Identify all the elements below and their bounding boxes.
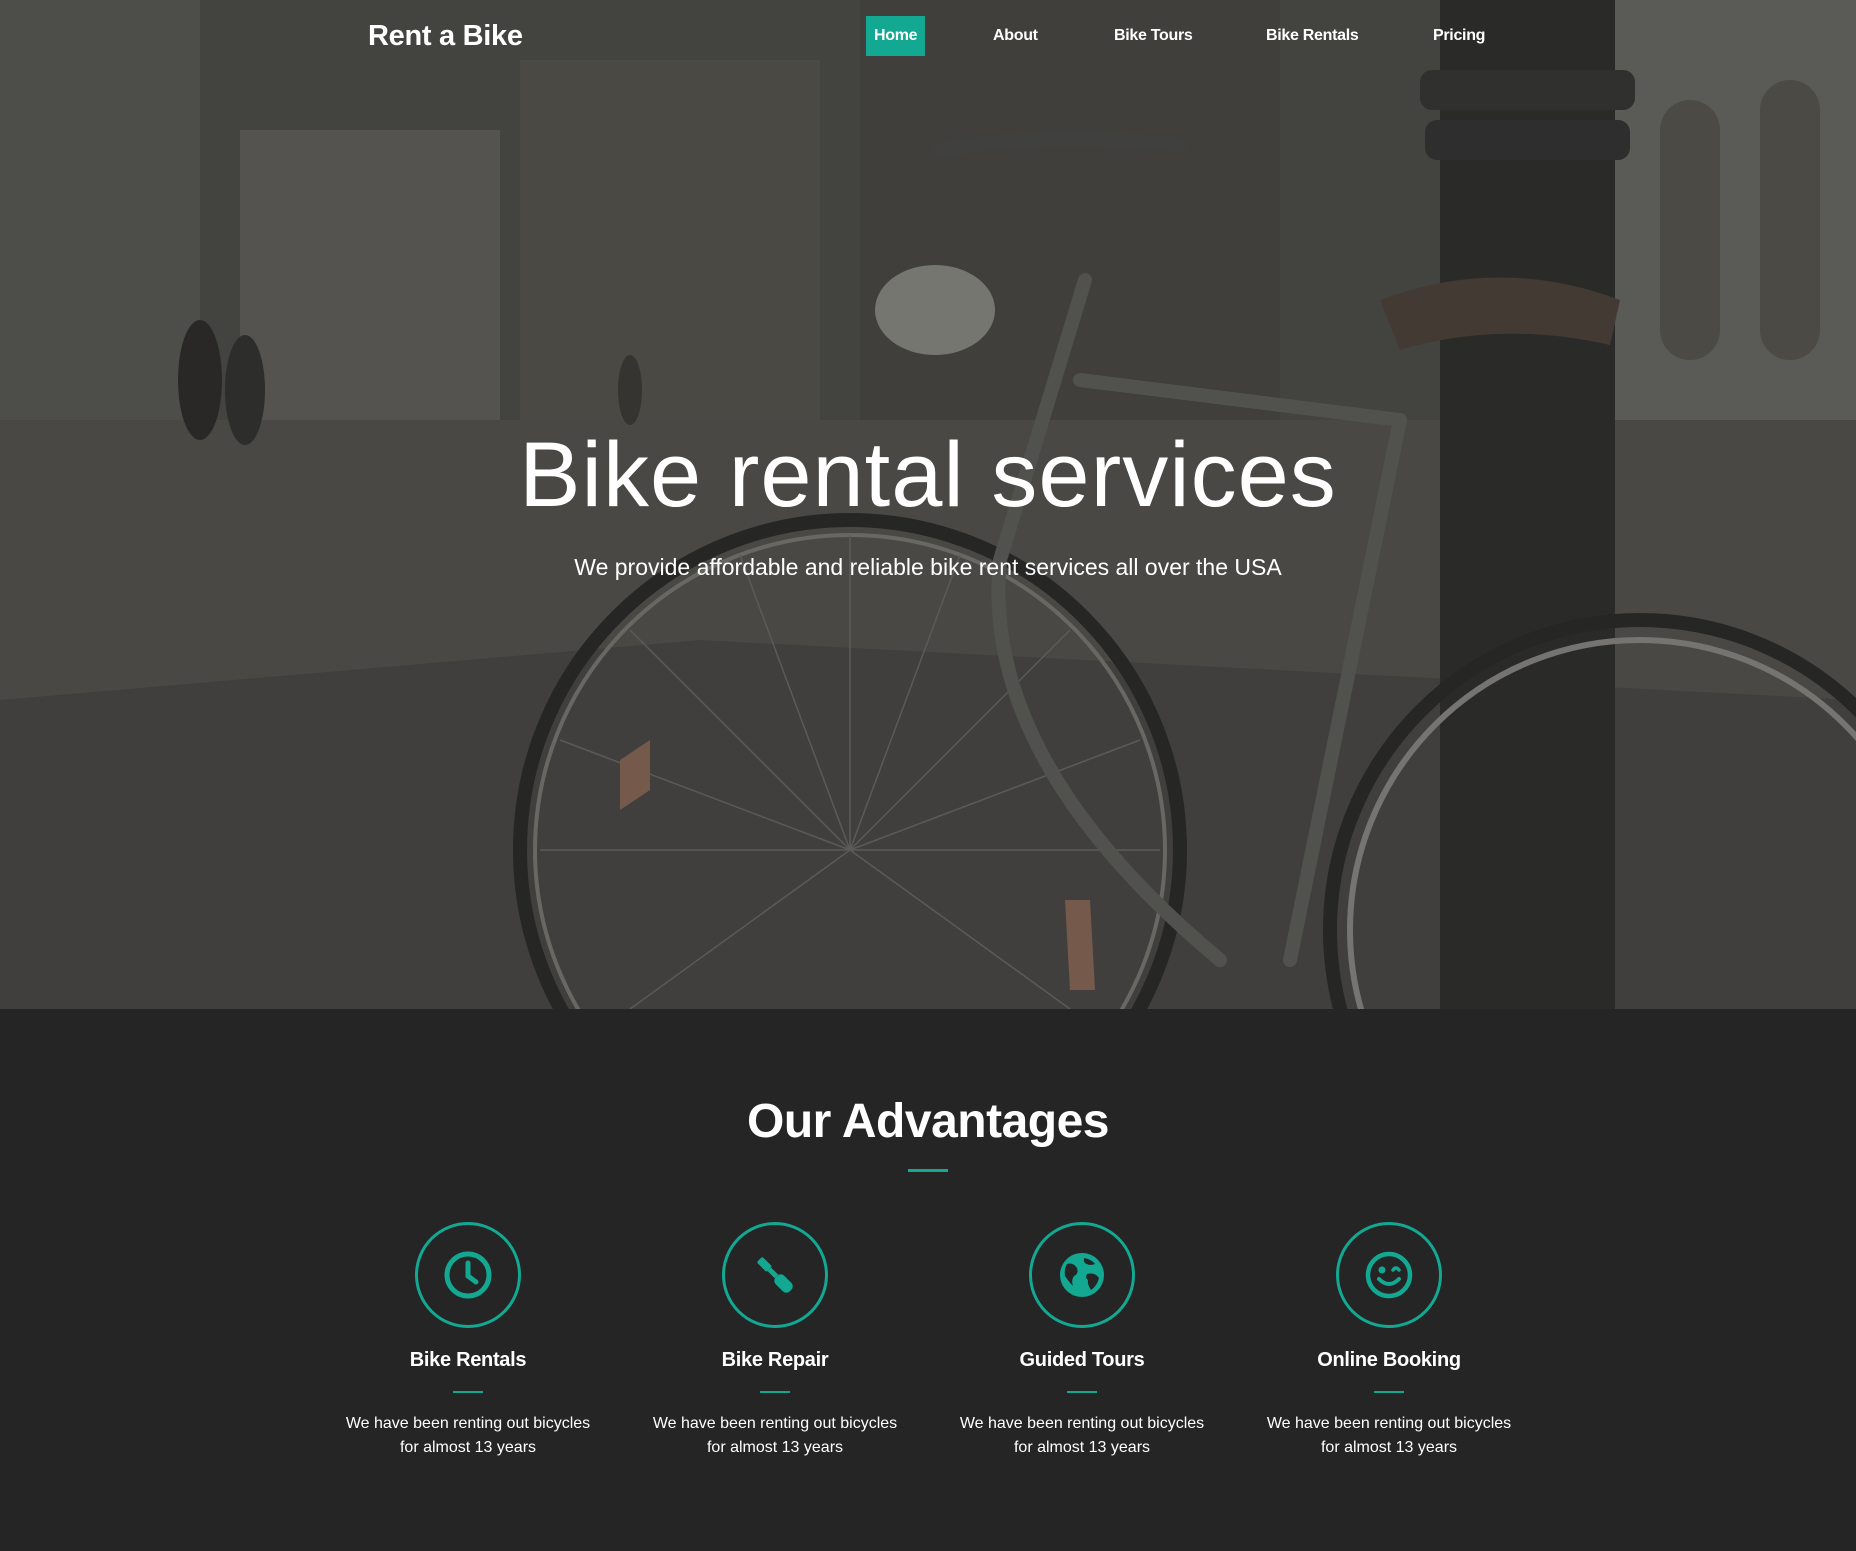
card-title: Online Booking (1317, 1349, 1461, 1371)
hero-section: Rent a Bike Home About Bike Tours Bike R… (0, 0, 1856, 1009)
wrench-icon (722, 1222, 828, 1328)
card-divider (1374, 1391, 1404, 1393)
nav-item-bike-tours[interactable]: Bike Tours (1106, 16, 1201, 56)
advantages-title: Our Advantages (747, 1095, 1109, 1148)
card-text: We have been renting out bicycles for al… (345, 1415, 591, 1456)
clock-icon (415, 1222, 521, 1328)
nav-item-about[interactable]: About (985, 16, 1046, 56)
section-divider (908, 1169, 948, 1172)
nav-item-pricing[interactable]: Pricing (1425, 16, 1493, 56)
hero-subtitle: We provide affordable and reliable bike … (574, 554, 1282, 580)
card-title: Bike Repair (721, 1349, 829, 1371)
advantage-card-online-booking: Online Booking We have been renting out … (1254, 1222, 1524, 1472)
card-title: Guided Tours (1019, 1349, 1145, 1371)
card-text: We have been renting out bicycles for al… (1266, 1415, 1512, 1456)
card-text: We have been renting out bicycles for al… (959, 1415, 1205, 1456)
advantage-card-bike-rentals: Bike Rentals We have been renting out bi… (333, 1222, 603, 1472)
card-divider (1067, 1391, 1097, 1393)
card-divider (760, 1391, 790, 1393)
hero-title: Bike rental services (519, 424, 1337, 526)
nav-item-bike-rentals[interactable]: Bike Rentals (1258, 16, 1366, 56)
wink-smiley-icon (1336, 1222, 1442, 1328)
globe-icon (1029, 1222, 1135, 1328)
card-title: Bike Rentals (409, 1349, 527, 1371)
advantage-card-guided-tours: Guided Tours We have been renting out bi… (947, 1222, 1217, 1472)
card-text: We have been renting out bicycles for al… (652, 1415, 898, 1456)
card-divider (453, 1391, 483, 1393)
advantages-section: Our Advantages Bike Rentals We have been… (0, 1009, 1856, 1551)
advantage-card-bike-repair: Bike Repair We have been renting out bic… (640, 1222, 910, 1472)
nav-item-home[interactable]: Home (866, 16, 926, 56)
main-nav: Home About Bike Tours Bike Rentals Prici… (0, 16, 1856, 56)
